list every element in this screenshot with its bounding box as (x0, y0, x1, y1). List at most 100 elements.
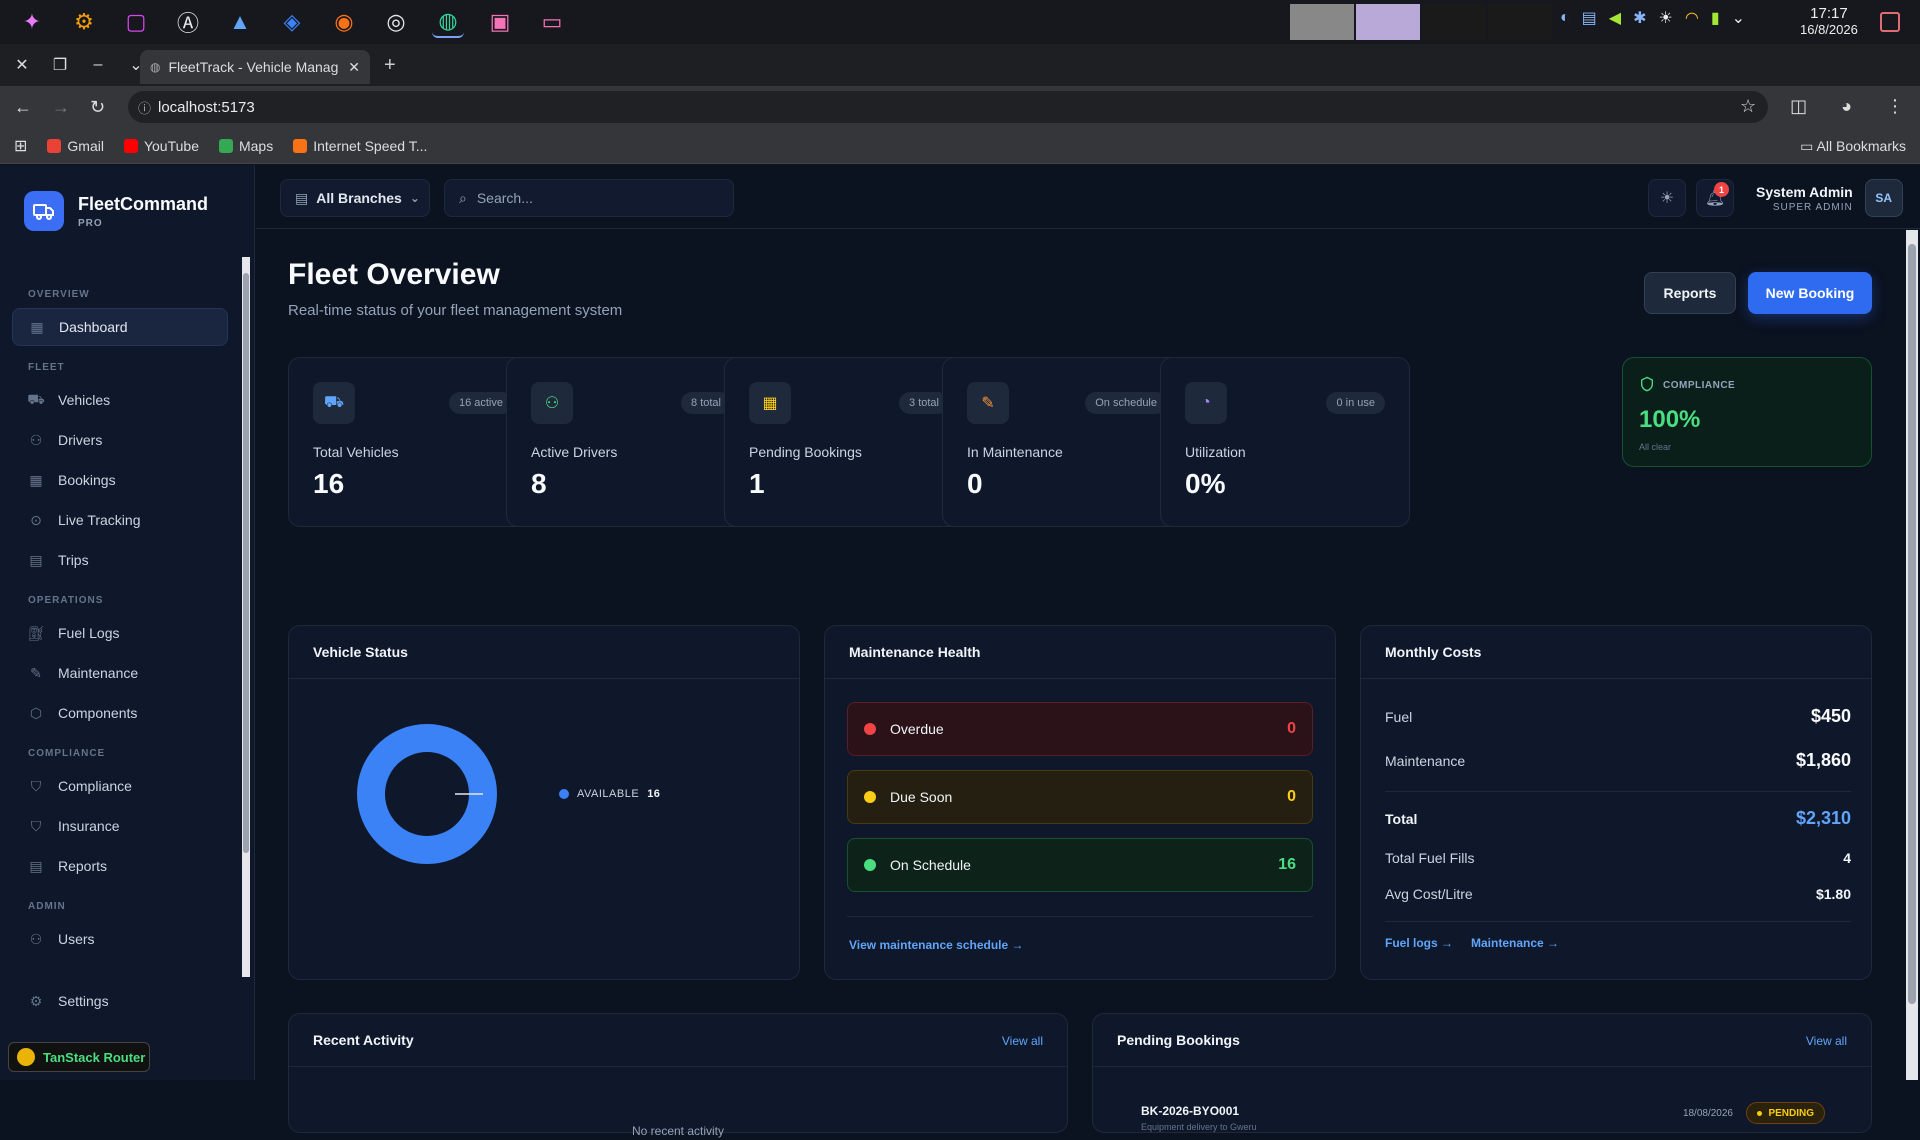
sidebar-item-label: Users (58, 931, 95, 947)
stat-card-pending-bookings[interactable]: ▦ 3 total Pending Bookings 1 (724, 357, 974, 527)
chevron-down-icon[interactable]: ⌄ (1732, 8, 1745, 28)
vscode-app-icon[interactable]: ◈ (276, 6, 308, 38)
sidebar-item-drivers[interactable]: ⚇ Drivers (12, 421, 228, 459)
system-tray[interactable]: ◐ ▤ ◀ ✱ ☀ ◠ ▮ ⌄ (1560, 8, 1745, 28)
bookmark-youtube[interactable]: YouTube (123, 138, 199, 154)
stat-card-in-maintenance[interactable]: ✎ On schedule In Maintenance 0 (942, 357, 1192, 527)
browser-tabbar: ✕ ❐ – ⌄ ◍ FleetTrack - Vehicle Manag ✕ + (0, 44, 1920, 86)
user-icon: ⚇ (29, 930, 43, 947)
apps-grid-icon[interactable]: ⊞ (14, 136, 27, 156)
stat-badge: 0 in use (1326, 392, 1385, 414)
screenshot-app-icon[interactable]: ▣ (484, 6, 516, 38)
panel-title: Vehicle Status (313, 644, 408, 660)
bookmark-speed[interactable]: Internet Speed T... (293, 138, 427, 154)
main-scroll-thumb[interactable] (1908, 244, 1916, 1004)
maintenance-row-due-soon[interactable]: Due Soon 0 (847, 770, 1313, 824)
maintenance-row-on-schedule[interactable]: On Schedule 16 (847, 838, 1313, 892)
restore-window-icon[interactable]: ❐ (50, 55, 70, 75)
power-icon[interactable] (1880, 12, 1900, 32)
legend-label: AVAILABLE (577, 788, 640, 800)
new-booking-button[interactable]: New Booking (1748, 272, 1872, 314)
close-tab-icon[interactable]: ✕ (348, 59, 360, 76)
volume-icon[interactable]: ◀ (1609, 8, 1621, 28)
files-app-icon[interactable]: ▢ (120, 6, 152, 38)
recent-activity-view-all-link[interactable]: View all (1002, 1034, 1043, 1048)
brand[interactable]: FleetCommand PRO (24, 191, 208, 231)
stat-card-utilization[interactable]: ◔ 0 in use Utilization 0% (1160, 357, 1410, 527)
forward-icon[interactable]: → (52, 97, 70, 118)
browser-tab[interactable]: ◍ FleetTrack - Vehicle Manag ✕ (140, 50, 370, 84)
stat-card-active-drivers[interactable]: ⚇ 8 total Active Drivers 8 (506, 357, 756, 527)
sidebar-item-components[interactable]: ⬡ Components (12, 694, 228, 732)
firefox-app-icon[interactable]: ◉ (328, 6, 360, 38)
view-maintenance-schedule-link[interactable]: View maintenance schedule → (849, 938, 1024, 952)
sidebar-item-users[interactable]: ⚇ Users (12, 920, 228, 958)
all-bookmarks[interactable]: ▭ All Bookmarks (1800, 138, 1906, 155)
obs-app-icon[interactable]: ◎ (380, 6, 412, 38)
calendar-icon: ▦ (749, 382, 791, 424)
sidebar-item-dashboard[interactable]: ▦ Dashboard (12, 308, 228, 346)
sidebar-item-live-tracking[interactable]: ⊙ Live Tracking (12, 501, 228, 539)
notifications-button[interactable]: 🔔︎ 1 (1696, 179, 1734, 217)
recent-activity-panel: Recent Activity View all No recent activ… (288, 1013, 1068, 1138)
address-bar[interactable]: ⓘ localhost:5173 (128, 91, 1768, 123)
sidebar-item-trips[interactable]: ▤ Trips (12, 541, 228, 579)
list-item[interactable]: BK-2026-BYO001 Equipment delivery to Gwe… (1141, 1102, 1825, 1140)
compliance-value: 100% (1639, 406, 1701, 433)
reload-icon[interactable]: ↻ (90, 97, 105, 118)
stat-card-total-vehicles[interactable]: ⛟ 16 active Total Vehicles 16 (288, 357, 538, 527)
nav-section-title: OVERVIEW (28, 289, 90, 300)
store-app-icon[interactable]: Ⓐ (172, 6, 204, 38)
bookmark-gmail[interactable]: Gmail (47, 138, 104, 154)
sidebar-item-bookings[interactable]: ▦ Bookings (12, 461, 228, 499)
back-icon[interactable]: ← (14, 97, 32, 118)
tanstack-devtools-button[interactable]: TanStack Router (8, 1042, 150, 1072)
clipboard-tray-icon[interactable]: ▤ (1582, 8, 1597, 28)
arch-app-icon[interactable]: ▲ (224, 6, 256, 38)
site-info-icon[interactable]: ⓘ (138, 98, 151, 117)
sidebar-item-insurance[interactable]: ⛉ Insurance (12, 807, 228, 845)
sidebar-item-vehicles[interactable]: ⛟ Vehicles (12, 381, 228, 419)
settings-app-icon[interactable]: ⚙ (68, 6, 100, 38)
branch-selector[interactable]: ▤ All Branches ⌄ (280, 179, 430, 217)
fuel-logs-link[interactable]: Fuel logs → (1385, 936, 1453, 950)
sidebar-item-label: Components (58, 705, 138, 721)
bluetooth-icon[interactable]: ✱ (1633, 8, 1646, 28)
menu-kebab-icon[interactable]: ⋮ (1886, 96, 1904, 117)
wifi-icon[interactable]: ◠ (1685, 8, 1699, 28)
compliance-card[interactable]: COMPLIANCE 100% All clear (1622, 357, 1872, 467)
new-tab-icon[interactable]: + (384, 54, 396, 77)
sidebar-item-label: Vehicles (58, 392, 111, 408)
maintenance-row-overdue[interactable]: Overdue 0 (847, 702, 1313, 756)
vpn-icon[interactable]: ◐ (1560, 9, 1570, 27)
battery-icon[interactable]: ▮ (1711, 8, 1720, 28)
profile-avatar-icon[interactable]: ◕ (1841, 96, 1852, 117)
workspace-thumbnails[interactable] (1290, 4, 1552, 40)
close-window-icon[interactable]: ✕ (12, 55, 32, 75)
sidebar-item-compliance[interactable]: ⛉ Compliance (12, 767, 228, 805)
terminal-app-icon[interactable]: ▭ (536, 6, 568, 38)
pending-bookings-view-all-link[interactable]: View all (1806, 1034, 1847, 1048)
bookmark-star-icon[interactable]: ☆ (1740, 96, 1756, 117)
sidebar-item-reports[interactable]: ▤ Reports (12, 847, 228, 885)
chrome-app-icon[interactable]: ◍ (432, 6, 464, 38)
empty-state: No recent activity (631, 1124, 725, 1138)
clock[interactable]: 17:17 16/8/2026 (1800, 6, 1858, 38)
theme-toggle-button[interactable]: ☀ (1648, 179, 1686, 217)
search-input[interactable]: ⌕ Search... (444, 179, 734, 217)
user-menu[interactable]: System Admin SUPER ADMIN SA (1756, 179, 1903, 217)
sidebar-item-fuel-logs[interactable]: ⛽︎ Fuel Logs (12, 614, 228, 652)
sidebar-item-maintenance[interactable]: ✎ Maintenance (12, 654, 228, 692)
maintenance-link[interactable]: Maintenance → (1471, 936, 1559, 950)
reports-button[interactable]: Reports (1644, 272, 1736, 314)
extensions-icon[interactable]: ◫ (1790, 96, 1807, 117)
sidebar-scrollbar[interactable] (242, 257, 250, 977)
sidebar-scroll-thumb[interactable] (243, 273, 249, 853)
sidebar-item-settings[interactable]: ⚙ Settings (28, 993, 109, 1010)
launcher-icon[interactable]: ✦ (16, 6, 48, 38)
user-role: SUPER ADMIN (1772, 201, 1853, 213)
bookmark-maps[interactable]: Maps (218, 138, 273, 154)
brightness-icon[interactable]: ☀ (1659, 8, 1673, 28)
minimize-window-icon[interactable]: – (88, 56, 108, 74)
main-scrollbar[interactable] (1906, 230, 1918, 1080)
